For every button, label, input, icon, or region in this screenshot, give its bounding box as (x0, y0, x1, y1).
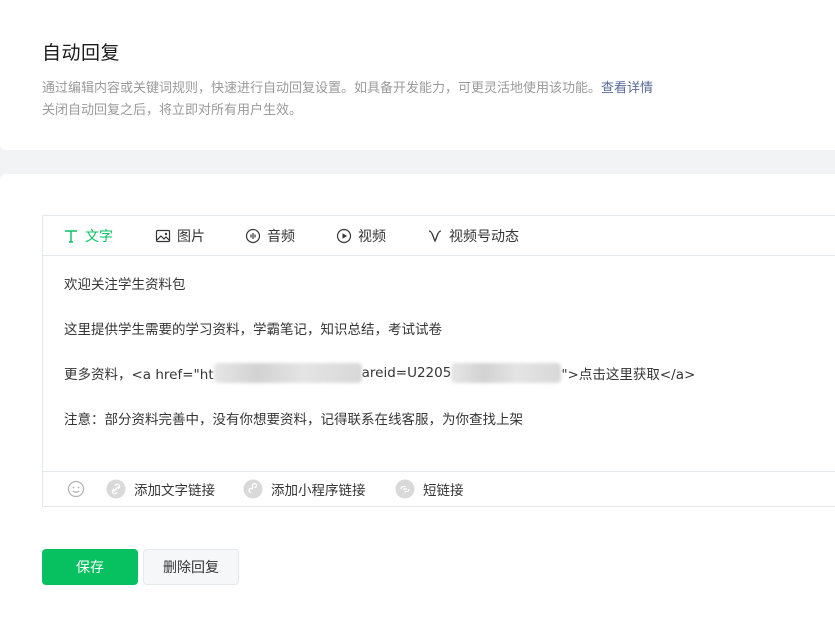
tab-label: 文字 (85, 228, 113, 245)
redacted-text (213, 363, 362, 383)
tab-text[interactable]: 文字 (63, 216, 113, 255)
add-mini-program-link-label: 添加小程序链接 (271, 483, 366, 499)
content-line: 欢迎关注学生资料包 (64, 277, 186, 293)
tab-video[interactable]: 视频 (336, 216, 386, 255)
content-segment: areid=U2205 (361, 365, 452, 381)
content-line-with-link: 更多资料，<a href="ht areid=U2205 ">点击这里获取</a> (64, 363, 695, 383)
channels-icon (428, 229, 442, 242)
tab-image[interactable]: 图片 (155, 216, 205, 255)
tab-label: 图片 (177, 228, 205, 245)
short-link-label: 短链接 (423, 483, 464, 499)
short-link-icon (395, 479, 415, 499)
editor-toolbar: 添加文字链接 添加小程序链接 短链接 (43, 471, 835, 508)
content-line: 这里提供学生需要的学习资料，学霸笔记，知识总结，考试试卷 (64, 322, 442, 338)
content-line: 注意：部分资料完善中，没有你想要资料，记得联系在线客服，为你查找上架 (64, 412, 523, 428)
link-icon (106, 479, 126, 499)
text-icon (65, 229, 77, 243)
short-link-button[interactable]: 短链接 (395, 472, 464, 506)
add-text-link-button[interactable]: 添加文字链接 (106, 472, 215, 506)
tab-label: 视频 (358, 228, 386, 245)
tab-label: 视频号动态 (449, 228, 519, 245)
emoji-button[interactable] (67, 472, 85, 506)
audio-icon (245, 228, 261, 243)
add-text-link-label: 添加文字链接 (134, 483, 215, 499)
content-segment: ">点击这里获取</a> (561, 367, 696, 383)
page-title: 自动回复 (42, 42, 121, 64)
save-button[interactable]: 保存 (42, 549, 138, 585)
emoji-icon (67, 480, 85, 498)
content-segment: 更多资料，<a href="ht (64, 367, 214, 383)
video-icon (336, 228, 352, 243)
reply-editor: 文字 图片 音频 视频 视频号动态 欢迎关注学生资料包 这里提供学生需要的学习资… (42, 215, 835, 507)
tab-label: 音频 (267, 228, 295, 245)
mini-program-icon (243, 479, 263, 499)
view-details-link[interactable]: 查看详情 (601, 81, 653, 96)
tab-audio[interactable]: 音频 (245, 216, 295, 255)
page-description: 通过编辑内容或关键词规则，快速进行自动回复设置。如具备开发能力，可更灵活地使用该… (42, 77, 653, 96)
redacted-text (451, 363, 562, 383)
delete-reply-button[interactable]: 删除回复 (143, 549, 239, 585)
tab-channels[interactable]: 视频号动态 (427, 216, 519, 255)
header-card (0, 0, 835, 150)
page-description-note: 关闭自动回复之后，将立即对所有用户生效。 (42, 103, 303, 118)
media-type-tabs: 文字 图片 音频 视频 视频号动态 (43, 216, 835, 256)
image-icon (155, 229, 171, 242)
add-mini-program-link-button[interactable]: 添加小程序链接 (243, 472, 366, 506)
description-text: 通过编辑内容或关键词规则，快速进行自动回复设置。如具备开发能力，可更灵活地使用该… (42, 81, 602, 96)
